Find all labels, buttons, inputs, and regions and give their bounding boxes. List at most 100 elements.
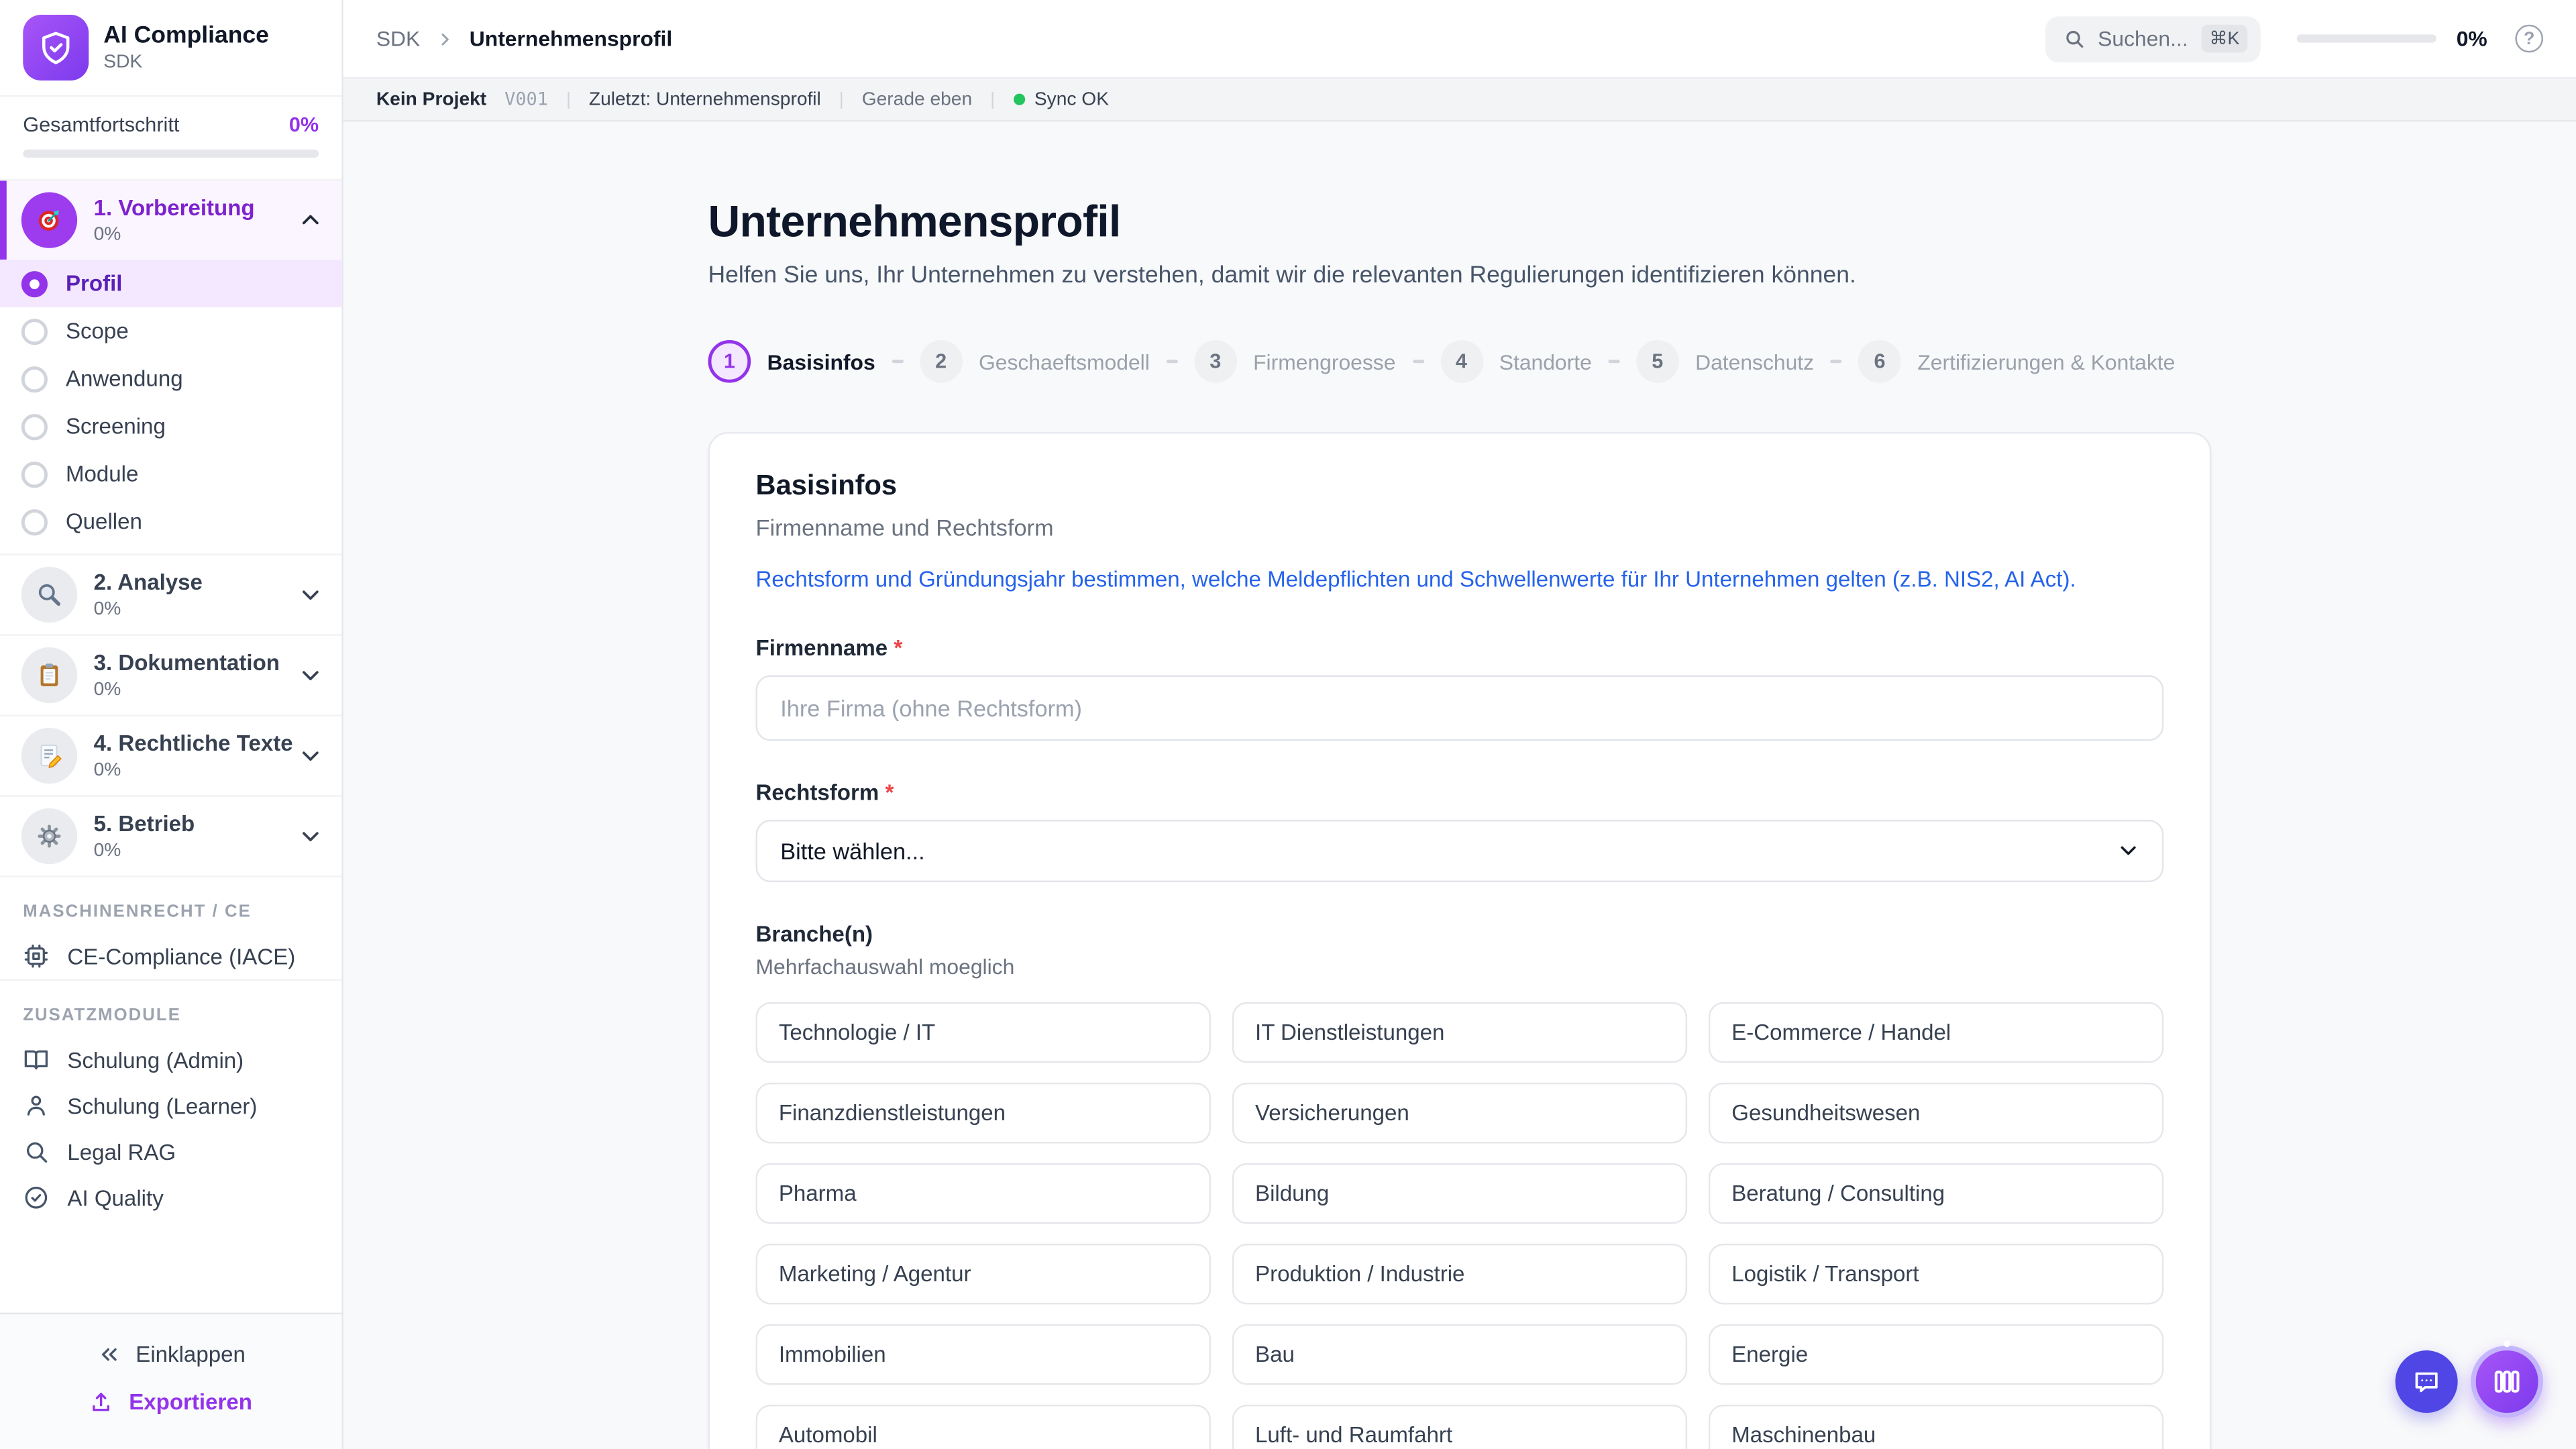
sidebar-item-ce-compliance-iace[interactable]: CE-Compliance (IACE) bbox=[0, 933, 341, 979]
branche-option-marketing-agentur[interactable]: Marketing / Agentur bbox=[756, 1244, 1211, 1305]
step-number: 4 bbox=[1440, 340, 1483, 383]
branche-option-it-dienstleistungen[interactable]: IT Dienstleistungen bbox=[1232, 1002, 1687, 1063]
rechtsform-select[interactable]: Bitte wählen... bbox=[756, 820, 2164, 882]
step-separator bbox=[1831, 360, 1842, 364]
sidebar-item-anwendung[interactable]: Anwendung bbox=[0, 355, 341, 402]
search-icon bbox=[2063, 28, 2085, 50]
version-badge: V001 bbox=[504, 89, 548, 110]
memo-icon bbox=[21, 728, 77, 784]
phase-subitems: Profil Scope Anwendung Screening Module … bbox=[0, 260, 341, 545]
sidebar-phase-4-rechtliche-texte[interactable]: 4. Rechtliche Texte 0% bbox=[0, 714, 341, 795]
radio-empty-icon bbox=[21, 461, 48, 487]
columns-icon bbox=[2491, 1365, 2524, 1398]
sidebar-item-module[interactable]: Module bbox=[0, 450, 341, 498]
help-icon[interactable]: ? bbox=[2515, 25, 2543, 53]
branche-option-bildung[interactable]: Bildung bbox=[1232, 1163, 1687, 1224]
sync-label: Sync OK bbox=[1034, 89, 1109, 109]
phase-percent: 0% bbox=[94, 761, 283, 780]
status-bar: Kein Projekt V001 | Zuletzt: Unternehmen… bbox=[343, 79, 2576, 122]
gear-icon bbox=[21, 808, 77, 864]
sidebar-item-schulung-learner[interactable]: Schulung (Learner) bbox=[0, 1083, 341, 1129]
branche-option-produktion-industrie[interactable]: Produktion / Industrie bbox=[1232, 1244, 1687, 1305]
sidebar-phase-3-dokumentation[interactable]: 3. Dokumentation 0% bbox=[0, 634, 341, 714]
sidebar-item-legal-rag[interactable]: Legal RAG bbox=[0, 1128, 341, 1175]
firmenname-input[interactable] bbox=[756, 675, 2164, 741]
branche-option-immobilien[interactable]: Immobilien bbox=[756, 1324, 1211, 1385]
breadcrumb-root[interactable]: SDK bbox=[376, 26, 420, 51]
sidebar-phase-5-betrieb[interactable]: 5. Betrieb 0% bbox=[0, 795, 341, 875]
branche-option-bau[interactable]: Bau bbox=[1232, 1324, 1687, 1385]
phase-title: 2. Analyse bbox=[94, 570, 283, 598]
collapse-sidebar-button[interactable]: Einklappen bbox=[0, 1331, 341, 1379]
board-fab-button[interactable] bbox=[2471, 1346, 2543, 1418]
step-zertifizierungen-kontakte[interactable]: 6 Zertifizierungen & Kontakte bbox=[1858, 340, 2175, 383]
chevrons-left-icon bbox=[96, 1342, 121, 1367]
phase-title: 3. Dokumentation bbox=[94, 651, 283, 678]
sidebar-item-label: Profil bbox=[66, 271, 123, 296]
step-label: Zertifizierungen & Kontakte bbox=[1917, 349, 2175, 374]
sidebar-item-label: Module bbox=[66, 462, 138, 486]
page-title: Unternehmensprofil bbox=[708, 197, 2212, 248]
sidebar-item-profil[interactable]: Profil bbox=[0, 260, 341, 307]
branche-option-technologie-it[interactable]: Technologie / IT bbox=[756, 1002, 1211, 1063]
sidebar-phase-2-analyse[interactable]: 2. Analyse 0% bbox=[0, 553, 341, 634]
branchen-label: Branche(n) bbox=[756, 922, 2164, 947]
clipboard-icon bbox=[21, 647, 77, 703]
branche-option-beratung-consulting[interactable]: Beratung / Consulting bbox=[1709, 1163, 2163, 1224]
radio-selected-icon bbox=[21, 270, 48, 297]
wizard-stepper: 1 Basisinfos 2 Geschaeftsmodell 3 Firmengr… bbox=[708, 340, 2212, 383]
shield-check-icon bbox=[23, 15, 89, 80]
branche-option-automobil[interactable]: Automobil bbox=[756, 1405, 1211, 1449]
branche-option-versicherungen[interactable]: Versicherungen bbox=[1232, 1083, 1687, 1144]
branchen-grid: Technologie / IT IT Dienstleistungen E-Com… bbox=[756, 1002, 2164, 1449]
phase-percent: 0% bbox=[94, 841, 283, 861]
step-datenschutz[interactable]: 5 Datenschutz bbox=[1636, 340, 1814, 383]
search-placeholder: Suchen... bbox=[2098, 26, 2188, 51]
chevron-down-icon bbox=[299, 583, 322, 606]
book-open-icon bbox=[23, 1046, 49, 1073]
sidebar-item-label: Schulung (Learner) bbox=[67, 1093, 257, 1118]
sidebar-item-quellen[interactable]: Quellen bbox=[0, 498, 341, 545]
main-area: SDK Unternehmensprofil Suchen... ⌘K 0% ?… bbox=[343, 0, 2576, 1449]
project-status: Kein Projekt bbox=[376, 89, 486, 109]
section-header-maschinenrecht-ce: MASCHINENRECHT / CE bbox=[0, 875, 341, 933]
step-number: 5 bbox=[1636, 340, 1679, 383]
search-input[interactable]: Suchen... ⌘K bbox=[2045, 15, 2261, 62]
sidebar-item-label: AI Quality bbox=[67, 1185, 163, 1210]
step-number: 6 bbox=[1858, 340, 1901, 383]
step-geschaeftsmodell[interactable]: 2 Geschaeftsmodell bbox=[920, 340, 1150, 383]
topbar: SDK Unternehmensprofil Suchen... ⌘K 0% ? bbox=[343, 0, 2576, 79]
branche-option-gesundheitswesen[interactable]: Gesundheitswesen bbox=[1709, 1083, 2163, 1144]
magnifier-icon bbox=[21, 567, 77, 623]
overall-progress: Gesamtfortschritt 0% bbox=[0, 97, 341, 180]
step-number: 2 bbox=[920, 340, 963, 383]
step-separator bbox=[1608, 360, 1619, 364]
app-logo-row: AI Compliance SDK bbox=[0, 0, 341, 97]
branche-option-finanzdienstleistungen[interactable]: Finanzdienstleistungen bbox=[756, 1083, 1211, 1144]
basisinfos-card: Basisinfos Firmenname und Rechtsform Rec… bbox=[708, 432, 2212, 1449]
branche-option-luft-und-raumfahrt[interactable]: Luft- und Raumfahrt bbox=[1232, 1405, 1687, 1449]
chat-fab-button[interactable] bbox=[2396, 1350, 2458, 1413]
content-scroll-area[interactable]: Unternehmensprofil Helfen Sie uns, Ihr U… bbox=[343, 121, 2576, 1449]
branche-option-e-commerce-handel[interactable]: E-Commerce / Handel bbox=[1709, 1002, 2163, 1063]
sidebar-item-screening[interactable]: Screening bbox=[0, 402, 341, 450]
sidebar-item-label: Scope bbox=[66, 319, 129, 343]
step-firmengroesse[interactable]: 3 Firmengroesse bbox=[1194, 340, 1395, 383]
sidebar-item-scope[interactable]: Scope bbox=[0, 307, 341, 355]
branche-option-energie[interactable]: Energie bbox=[1709, 1324, 2163, 1385]
step-number: 3 bbox=[1194, 340, 1237, 383]
step-separator bbox=[892, 360, 903, 364]
sidebar-item-ai-quality[interactable]: AI Quality bbox=[0, 1175, 341, 1221]
fab-notification-dot bbox=[2504, 1340, 2510, 1347]
sidebar-item-schulung-admin[interactable]: Schulung (Admin) bbox=[0, 1036, 341, 1083]
branche-option-pharma[interactable]: Pharma bbox=[756, 1163, 1211, 1224]
step-standorte[interactable]: 4 Standorte bbox=[1440, 340, 1592, 383]
chevron-down-icon bbox=[2118, 840, 2139, 861]
sidebar-phase-vorbereitung[interactable]: 1. Vorbereitung 0% bbox=[0, 180, 341, 260]
branche-option-logistik-transport[interactable]: Logistik / Transport bbox=[1709, 1244, 2163, 1305]
module-sections: MASCHINENRECHT / CE CE-Compliance (IACE)… bbox=[0, 875, 341, 1220]
branche-option-maschinenbau[interactable]: Maschinenbau bbox=[1709, 1405, 2163, 1449]
top-progress-value: 0% bbox=[2457, 26, 2487, 51]
export-button[interactable]: Exportieren bbox=[0, 1379, 341, 1426]
step-basisinfos[interactable]: 1 Basisinfos bbox=[708, 340, 875, 383]
